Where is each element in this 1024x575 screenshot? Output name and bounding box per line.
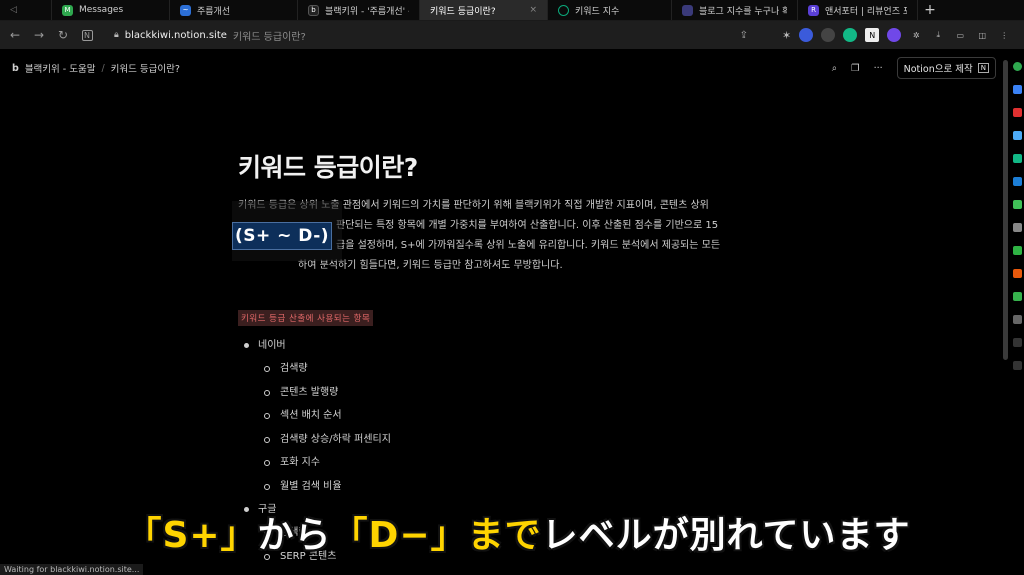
tab-label: 블로그 지수를 누구나 확인 — [699, 6, 787, 17]
tab-reviewers[interactable]: R 앤서포터 | 리뷰언즈 포털 — [798, 0, 918, 20]
notion-icon: N — [977, 63, 989, 73]
subtitle-part: 「S+」 — [125, 514, 258, 556]
extension-green-icon[interactable] — [843, 28, 858, 42]
page-title: 키워드 등급이란? — [238, 153, 418, 182]
tab-label: 키워드 지수 — [575, 6, 620, 17]
sidebar-toggle-icon[interactable]: ◫ — [975, 28, 989, 42]
forward-button[interactable]: → — [30, 26, 48, 44]
blog-icon — [682, 4, 693, 16]
notion-ext-icon[interactable]: N — [865, 28, 880, 42]
sidebar-green-icon[interactable] — [1012, 62, 1022, 71]
list-item: 검색량 — [238, 357, 758, 381]
share-icon[interactable]: ⇪ — [740, 30, 748, 41]
toolbar: ← → ↻ N 🔒︎ blackkiwi.notion.site 키워드 등급이… — [0, 21, 1024, 49]
extensions-area: ✶ N ✲ ⤓ ▭ ◫ ⋮ — [782, 28, 1011, 42]
arrow-right-icon: → — [33, 28, 45, 42]
subtitle-part: まで — [467, 514, 542, 556]
arrow-left-icon: ← — [9, 28, 21, 42]
tab-label: 앤서포터 | 리뷰언즈 포털 — [825, 6, 907, 17]
notion-topbar: b 블랙키위 - 도움말 / 키워드 등급이란? ⌕ ❐ ··· Notion으… — [0, 54, 1008, 82]
sidebar-green-icon[interactable] — [1012, 154, 1022, 163]
plus-icon: + — [924, 2, 936, 18]
duplicate-icon[interactable]: ❐ — [851, 63, 860, 74]
address-bar[interactable]: 🔒︎ blackkiwi.notion.site 키워드 등급이란? ⇪ — [106, 25, 756, 45]
reload-icon: ↻ — [57, 28, 69, 42]
made-with-notion-button[interactable]: Notion으로 제작 N — [896, 57, 996, 79]
media-icon[interactable]: ▭ — [953, 28, 967, 42]
notion-site-button[interactable]: N — [78, 26, 96, 44]
callout-heading: 키워드 등급 산출에 사용되는 항목 — [238, 310, 374, 326]
list-item: 검색량 상승/하락 퍼센티지 — [238, 428, 758, 452]
tab-label: Messages — [79, 5, 124, 15]
breadcrumb-separator: / — [101, 62, 105, 74]
sidebar-blue-icon[interactable] — [1012, 131, 1022, 140]
sidebar-red-icon[interactable] — [1012, 269, 1022, 278]
extension-purple-icon[interactable] — [887, 28, 902, 42]
sidebar-blue-icon[interactable] — [1012, 85, 1022, 94]
list-item-naver: 네이버 — [238, 334, 758, 357]
list-item: 섹션 배치 순서 — [238, 404, 758, 428]
messages-icon: M — [62, 4, 73, 16]
video-subtitle: 「S+」から「D−」までレベルが別れています — [118, 506, 918, 558]
sidebar-blue-icon[interactable] — [1012, 177, 1022, 186]
puzzle-icon[interactable]: ✲ — [909, 28, 923, 42]
sidebar-green-icon[interactable] — [1012, 246, 1022, 255]
tab-blackkiwi-analysis[interactable]: b 블랙키위 - '주름개선' 분석 — [298, 0, 420, 20]
subtitle-part: レベルが別れています — [541, 515, 911, 556]
search-icon[interactable]: ⌕ — [832, 63, 837, 74]
grade-range-label: (S+ ~ D-) — [232, 222, 332, 250]
blackkiwi-icon: b — [12, 62, 19, 74]
breadcrumb-item-home[interactable]: 블랙키위 - 도움말 — [25, 61, 96, 75]
menu-icon[interactable]: ⋮ — [997, 28, 1011, 42]
extension-blue-icon[interactable] — [799, 28, 814, 42]
lock-icon: 🔒︎ — [114, 30, 119, 40]
reload-button[interactable]: ↻ — [54, 26, 72, 44]
tab-nav-arrows[interactable]: ◁ — [0, 0, 52, 20]
chart-wave-icon: ~ — [180, 4, 191, 16]
tab-keyword-grade[interactable]: 키워드 등급이란? × — [420, 0, 548, 20]
url-path: 키워드 등급이란? — [232, 31, 306, 43]
tab-label: 주름개선 — [197, 6, 231, 17]
notion-icon: N — [81, 29, 93, 41]
scrollbar[interactable] — [1003, 60, 1008, 360]
blackkiwi-icon: b — [308, 4, 319, 16]
circle-icon — [558, 4, 569, 16]
tab-messages[interactable]: M Messages — [52, 0, 170, 20]
new-tab-button[interactable]: + — [918, 0, 942, 20]
sidebar-green-icon[interactable] — [1012, 200, 1022, 209]
status-bar: Waiting for blackkiwi.notion.site... — [0, 564, 144, 575]
chevron-left-icon[interactable]: ◁ — [10, 5, 17, 15]
sidebar-gray-icon[interactable] — [1012, 315, 1022, 324]
right-sidebar — [1010, 54, 1024, 544]
tab-wrinkle[interactable]: ~ 주름개선 — [170, 0, 298, 20]
list-item: 월별 검색 비율 — [238, 475, 758, 499]
made-with-notion-label: Notion으로 제작 — [903, 64, 973, 75]
tab-label: 키워드 등급이란? — [430, 6, 496, 17]
star-icon[interactable]: ✶ — [782, 29, 791, 42]
subtitle-part: 「D−」 — [331, 514, 468, 556]
sidebar-red-icon[interactable] — [1012, 108, 1022, 117]
breadcrumb-item-current[interactable]: 키워드 등급이란? — [111, 61, 180, 75]
list-item: 콘텐츠 발행량 — [238, 381, 758, 405]
extension-dark-icon[interactable] — [821, 28, 836, 42]
more-icon[interactable]: ··· — [874, 63, 883, 74]
url-host: blackkiwi.notion.site — [124, 29, 227, 41]
sidebar-gray-icon[interactable] — [1012, 223, 1022, 232]
tab-blog-index[interactable]: 블로그 지수를 누구나 확인 — [672, 0, 798, 20]
sidebar-dark-icon[interactable] — [1012, 361, 1022, 370]
tab-label: 블랙키위 - '주름개선' 분석 — [325, 6, 409, 17]
subtitle-part: から — [257, 515, 332, 556]
sidebar-dark-icon[interactable] — [1012, 338, 1022, 347]
tab-strip: ◁ M Messages ~ 주름개선 b 블랙키위 - '주름개선' 분석 키… — [0, 0, 1024, 21]
sidebar-green-icon[interactable] — [1012, 292, 1022, 301]
list-item: 포화 지수 — [238, 451, 758, 475]
back-button[interactable]: ← — [6, 26, 24, 44]
r-logo-icon: R — [808, 4, 819, 16]
tab-keyword-index[interactable]: 키워드 지수 — [548, 0, 672, 20]
download-icon[interactable]: ⤓ — [931, 28, 945, 42]
close-icon[interactable]: × — [529, 5, 537, 15]
